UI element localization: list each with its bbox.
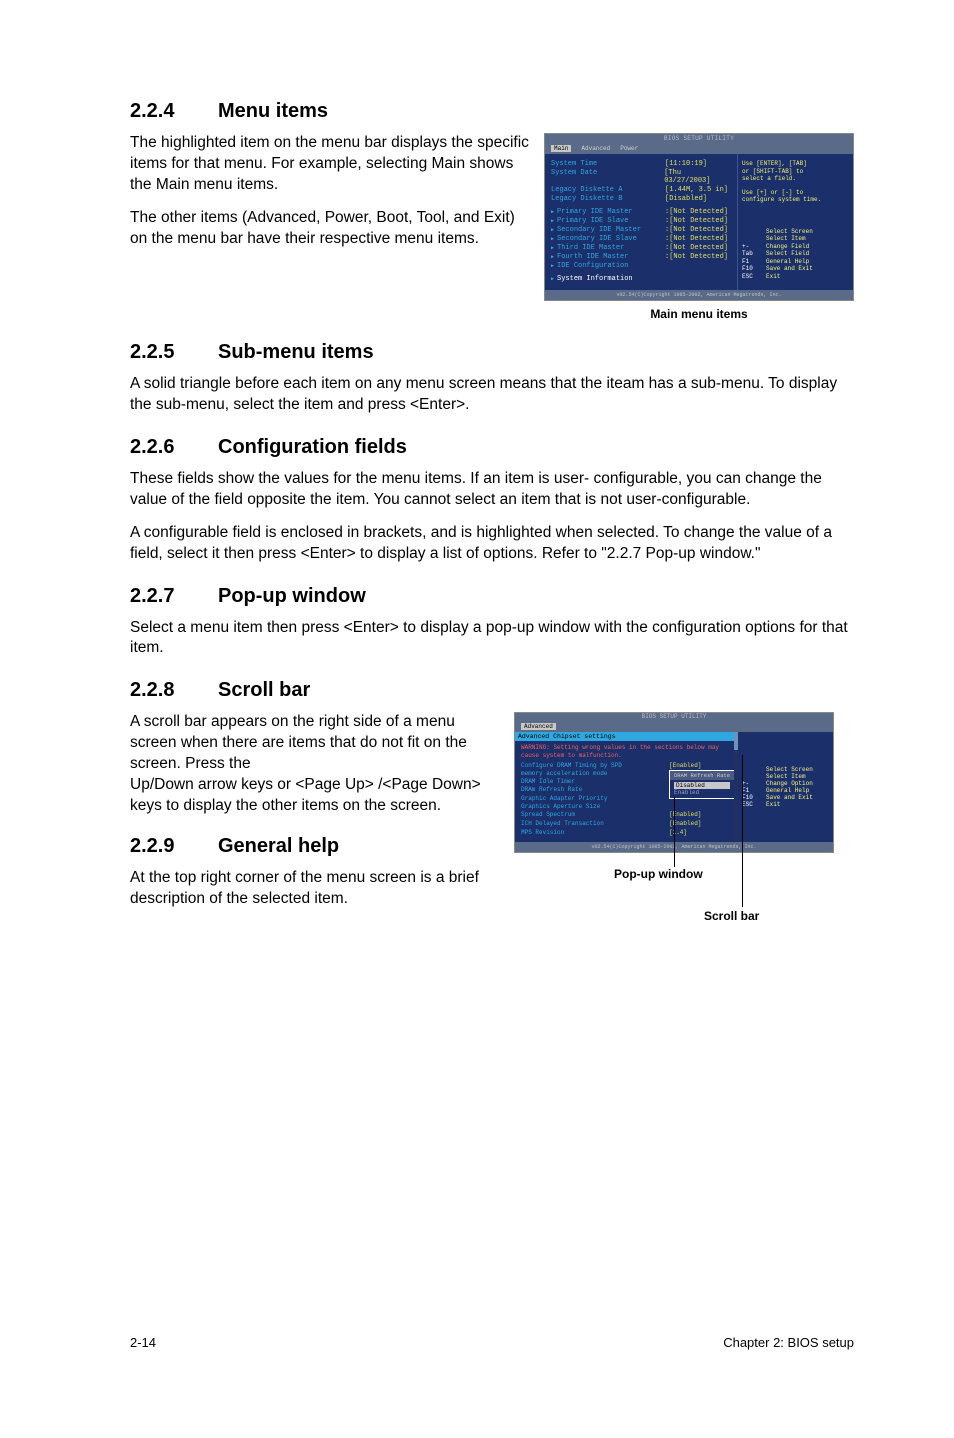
para-227-1: Select a menu item then press <Enter> to… (130, 618, 854, 660)
fig1-caption: Main menu items (544, 307, 854, 321)
para-226-1: These fields show the values for the men… (130, 469, 854, 511)
para-224-2: The other items (Advanced, Power, Boot, … (130, 208, 530, 250)
para-228-1: A scroll bar appears on the right side o… (130, 712, 500, 775)
footer-chapter: Chapter 2: BIOS setup (723, 1335, 854, 1350)
para-225-1: A solid triangle before each item on any… (130, 374, 854, 416)
heading-227: 2.2.7Pop-up window (130, 585, 854, 608)
para-228-2: Up/Down arrow keys or <Page Up> /<Page D… (130, 775, 500, 817)
fig2-caption-scroll: Scroll bar (704, 909, 759, 923)
heading-224: 2.2.4Menu items (130, 100, 854, 123)
heading-229: 2.2.9General help (130, 835, 500, 858)
footer-page: 2-14 (130, 1335, 156, 1350)
heading-226: 2.2.6Configuration fields (130, 436, 854, 459)
bios-main-figure: BIOS SETUP UTILITY MainAdvancedPower Sys… (544, 133, 854, 301)
para-226-2: A configurable field is enclosed in brac… (130, 523, 854, 565)
fig2-caption-popup: Pop-up window (614, 867, 703, 881)
heading-225: 2.2.5Sub-menu items (130, 341, 854, 364)
popup-box: DRAM Refresh Rate Disabled Enabled (669, 770, 735, 799)
scrollbar (734, 732, 738, 842)
para-224-1: The highlighted item on the menu bar dis… (130, 133, 530, 196)
heading-228: 2.2.8Scroll bar (130, 679, 854, 702)
para-229-1: At the top right corner of the menu scre… (130, 868, 500, 910)
